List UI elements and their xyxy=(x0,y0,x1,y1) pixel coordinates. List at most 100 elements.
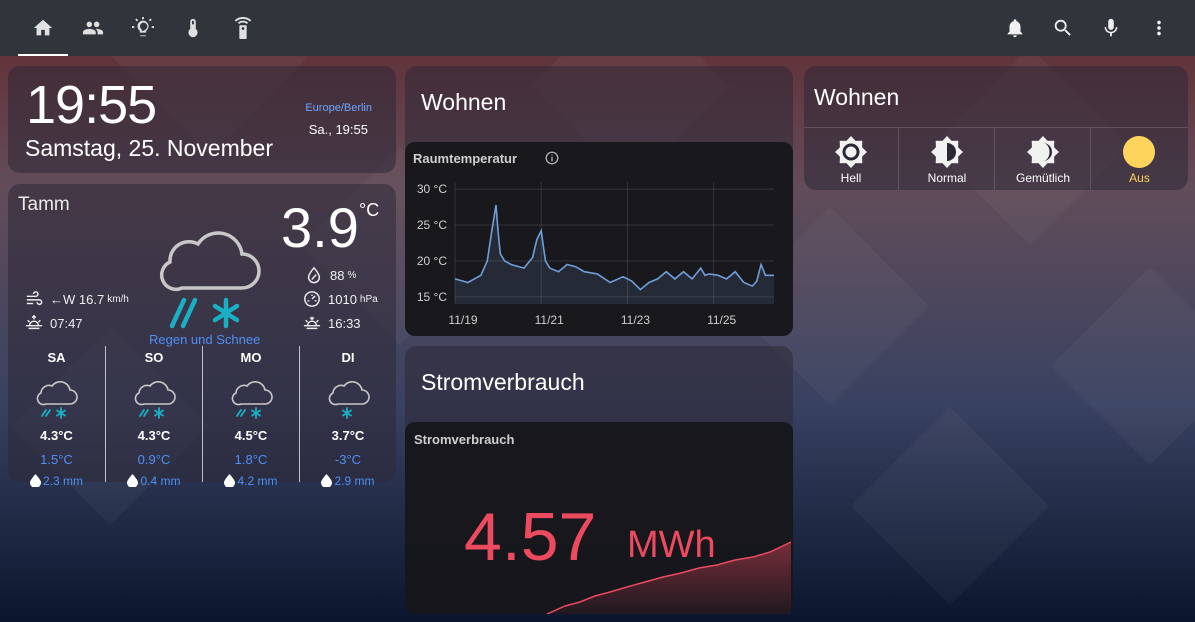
rain-snow-icon xyxy=(36,381,78,419)
remote-icon xyxy=(234,17,252,39)
weather-sunrise-value: 07:47 xyxy=(50,315,83,331)
sunset-icon xyxy=(303,316,321,330)
forecast-precipitation: 4.2 mm xyxy=(203,474,299,488)
energy-unit: MWh xyxy=(627,524,716,566)
forecast-day-name: DI xyxy=(341,350,355,365)
weather-wind: ←W 16.7 km/h xyxy=(24,290,129,308)
water-drop-icon xyxy=(29,474,41,488)
scene-button-gemuetlich[interactable]: Gemütlich xyxy=(996,128,1091,190)
wohnen-card-title: Wohnen xyxy=(421,89,507,115)
forecast-low: 0.9°C xyxy=(137,452,171,467)
temperature-chart[interactable]: 15 °C 20 °C 25 °C 30 °C 11/19 11/21 11/23 11/25 xyxy=(405,172,793,336)
weather-condition: Regen und Schnee xyxy=(149,332,261,347)
scene-button-hell[interactable]: Hell xyxy=(804,128,899,190)
weather-sunrise: 07:47 xyxy=(24,314,83,332)
weather-pressure-unit: hPa xyxy=(359,293,378,305)
sun-off-icon xyxy=(1123,136,1155,168)
weather-wind-unit: km/h xyxy=(107,293,129,305)
clock-date: Samstag, 25. November xyxy=(25,135,274,161)
more-options-button[interactable] xyxy=(1135,0,1183,56)
home-icon xyxy=(33,19,53,36)
gauge-icon xyxy=(304,291,320,307)
scene-button-normal[interactable]: Normal xyxy=(900,128,995,190)
y-tick-label: 25 °C xyxy=(417,218,447,232)
tab-lights[interactable] xyxy=(118,0,168,56)
clock-local-time: Sa., 19:55 xyxy=(308,122,368,137)
x-tick-label: 11/19 xyxy=(448,313,477,327)
notifications-button[interactable] xyxy=(991,0,1039,56)
tab-home[interactable] xyxy=(18,0,68,56)
toolbar-actions xyxy=(991,0,1183,56)
voice-assist-button[interactable] xyxy=(1087,0,1135,56)
energy-chart-title: Stromverbrauch xyxy=(414,432,515,447)
tab-climate[interactable] xyxy=(168,0,218,56)
thermometer-icon xyxy=(188,18,198,38)
weather-humidity-unit: % xyxy=(347,269,357,281)
top-app-bar xyxy=(0,0,1195,56)
forecast-low: 1.8°C xyxy=(234,452,268,467)
wind-icon xyxy=(26,291,43,306)
forecast-precipitation: 2.9 mm xyxy=(300,474,396,488)
people-icon xyxy=(82,21,104,35)
temperature-chart-title: Raumtemperatur xyxy=(413,151,518,166)
forecast-day: SA 4.3°C 1.5°C 2.3 mm xyxy=(8,346,105,488)
forecast-day: SO 4.3°C 0.9°C 0.4 mm xyxy=(105,346,202,488)
forecast-high: 4.3°C xyxy=(40,428,73,443)
weather-pressure-value: 1010 xyxy=(328,291,357,307)
microphone-icon xyxy=(1104,18,1118,37)
view-tabs xyxy=(18,0,268,56)
energy-value: 4.57 xyxy=(464,499,597,575)
rain-snow-large-icon xyxy=(159,231,261,329)
rain-snow-icon xyxy=(231,381,273,419)
bell-icon xyxy=(1007,19,1023,38)
weather-location: Tamm xyxy=(18,194,70,215)
forecast-day-name: SO xyxy=(144,350,164,365)
weather-sunset-value: 16:33 xyxy=(328,315,361,331)
series-area xyxy=(455,205,774,304)
brightness-high-icon xyxy=(835,136,867,168)
weather-forecast: SA 4.3°C 1.5°C 2.3 mm SO 4.3°C 0.9°C 0.4… xyxy=(8,346,396,488)
forecast-low: 1.5°C xyxy=(40,452,73,467)
tab-remote[interactable] xyxy=(218,0,268,56)
forecast-precipitation-value: 0.4 mm xyxy=(140,474,181,488)
forecast-precipitation: 2.3 mm xyxy=(8,474,105,488)
rain-snow-icon xyxy=(134,381,176,419)
water-percent-icon xyxy=(307,266,321,284)
water-drop-icon xyxy=(224,474,236,488)
x-tick-label: 11/23 xyxy=(621,313,650,327)
scene-label: Gemütlich xyxy=(1015,171,1071,185)
y-tick-label: 15 °C xyxy=(417,290,447,304)
forecast-high: 4.5°C xyxy=(234,428,268,443)
forecast-precipitation-value: 4.2 mm xyxy=(237,474,278,488)
weather-humidity: 88 % xyxy=(304,266,356,284)
weather-temperature: 3.9 xyxy=(281,196,359,259)
sunrise-icon xyxy=(25,314,43,330)
lightbulb-icon xyxy=(132,17,154,37)
y-tick-label: 30 °C xyxy=(417,182,447,196)
forecast-day-name: SA xyxy=(47,350,66,365)
forecast-precipitation-value: 2.9 mm xyxy=(334,474,375,488)
scene-label: Hell xyxy=(840,171,862,185)
scene-button-aus[interactable]: Aus xyxy=(1092,128,1187,190)
clock-timezone: Europe/Berlin xyxy=(305,102,372,114)
search-button[interactable] xyxy=(1039,0,1087,56)
scene-label: Aus xyxy=(1129,171,1150,185)
forecast-high: 3.7°C xyxy=(331,428,365,443)
scene-label: Normal xyxy=(927,171,967,185)
x-tick-label: 11/25 xyxy=(707,313,736,327)
water-drop-icon xyxy=(321,474,333,488)
water-drop-icon xyxy=(127,474,139,488)
scenes-card-title: Wohnen xyxy=(814,84,900,110)
tab-people[interactable] xyxy=(68,0,118,56)
clock-time: 19:55 xyxy=(26,75,157,135)
forecast-precipitation: 0.4 mm xyxy=(106,474,202,488)
search-icon xyxy=(1054,19,1071,36)
weather-temperature-unit: °C xyxy=(359,200,380,220)
info-icon[interactable] xyxy=(545,151,559,165)
more-vertical-icon xyxy=(1157,20,1161,36)
forecast-day: MO 4.5°C 1.8°C 4.2 mm xyxy=(202,346,299,488)
weather-humidity-value: 88 xyxy=(330,267,345,283)
brightness-low-icon xyxy=(1027,136,1059,168)
weather-wind-value: ←W 16.7 xyxy=(50,291,105,307)
forecast-day: DI 3.7°C -3°C 2.9 mm xyxy=(299,346,396,488)
